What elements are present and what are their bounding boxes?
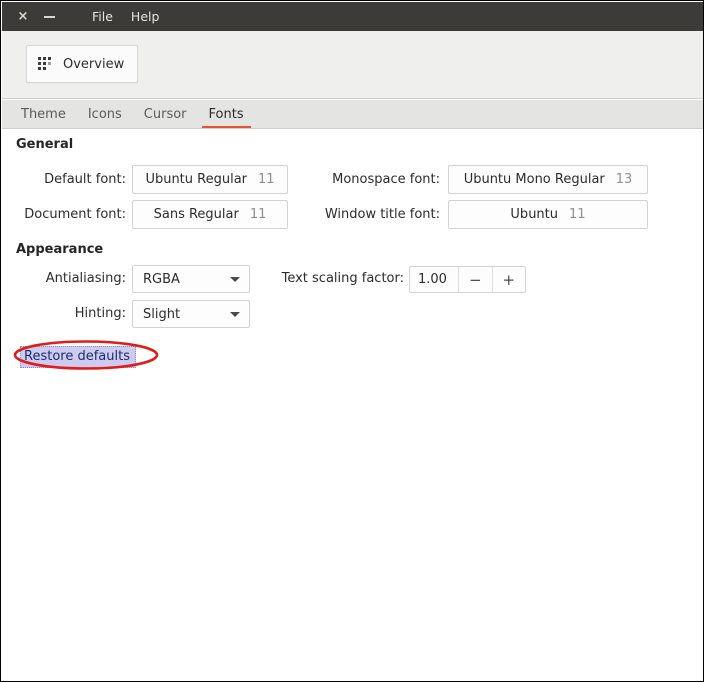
settings-window: × File Help Overview Theme Icons Cursor … <box>0 0 704 682</box>
document-font-size: 11 <box>249 207 267 222</box>
default-font-value: Ubuntu Regular <box>145 172 248 187</box>
chevron-down-icon <box>230 276 240 282</box>
general-section-title: General <box>16 137 74 152</box>
hinting-label: Hinting: <box>74 306 126 321</box>
monospace-font-size: 13 <box>615 172 633 187</box>
text-scaling-increment-button[interactable]: + <box>491 267 525 292</box>
close-window-button[interactable]: × <box>10 2 36 31</box>
window-title-font-size: 11 <box>569 207 586 222</box>
tab-fonts[interactable]: Fonts <box>198 100 255 128</box>
minimize-icon <box>43 15 55 18</box>
window-title-font-label: Window title font: <box>324 207 440 222</box>
hinting-select[interactable]: Slight <box>132 300 250 328</box>
window-title-font-button[interactable]: Ubuntu 11 <box>448 200 648 229</box>
fonts-panel: General Default font: Ubuntu Regular 11 … <box>2 129 703 681</box>
default-font-size: 11 <box>258 172 275 187</box>
appearance-section-title: Appearance <box>16 242 104 257</box>
text-scaling-decrement-button[interactable]: − <box>458 267 492 292</box>
default-font-label: Default font: <box>44 172 126 187</box>
grid-dots-icon <box>38 57 54 71</box>
tab-icons[interactable]: Icons <box>77 100 133 128</box>
text-scaling-stepper[interactable]: 1.00 − + <box>409 266 526 293</box>
antialiasing-select[interactable]: RGBA <box>132 265 250 293</box>
toolbar: Overview <box>2 31 703 99</box>
close-icon: × <box>17 9 29 24</box>
document-font-label: Document font: <box>24 207 126 222</box>
text-scaling-value[interactable]: 1.00 <box>410 267 459 292</box>
window-title-font-value: Ubuntu <box>510 207 559 222</box>
antialiasing-value: RGBA <box>143 271 180 287</box>
overview-label: Overview <box>63 56 125 72</box>
restore-defaults-link[interactable]: Restore defaults <box>20 346 136 368</box>
hinting-value: Slight <box>143 306 181 322</box>
default-font-button[interactable]: Ubuntu Regular 11 <box>132 165 288 194</box>
antialiasing-label: Antialiasing: <box>45 271 126 286</box>
menu-file[interactable]: File <box>86 7 119 26</box>
chevron-down-icon <box>230 311 240 317</box>
tab-bar: Theme Icons Cursor Fonts <box>2 100 703 129</box>
overview-button[interactable]: Overview <box>26 45 139 83</box>
text-scaling-label: Text scaling factor: <box>281 271 404 286</box>
minimize-window-button[interactable] <box>36 2 62 31</box>
tab-theme[interactable]: Theme <box>10 100 77 128</box>
monospace-font-value: Ubuntu Mono Regular <box>463 172 605 187</box>
menu-help[interactable]: Help <box>125 7 166 26</box>
tab-cursor[interactable]: Cursor <box>133 100 198 128</box>
document-font-button[interactable]: Sans Regular 11 <box>132 200 288 229</box>
window-titlebar: × File Help <box>2 2 703 31</box>
monospace-font-label: Monospace font: <box>332 172 440 187</box>
document-font-value: Sans Regular <box>153 207 239 222</box>
monospace-font-button[interactable]: Ubuntu Mono Regular 13 <box>448 165 648 194</box>
